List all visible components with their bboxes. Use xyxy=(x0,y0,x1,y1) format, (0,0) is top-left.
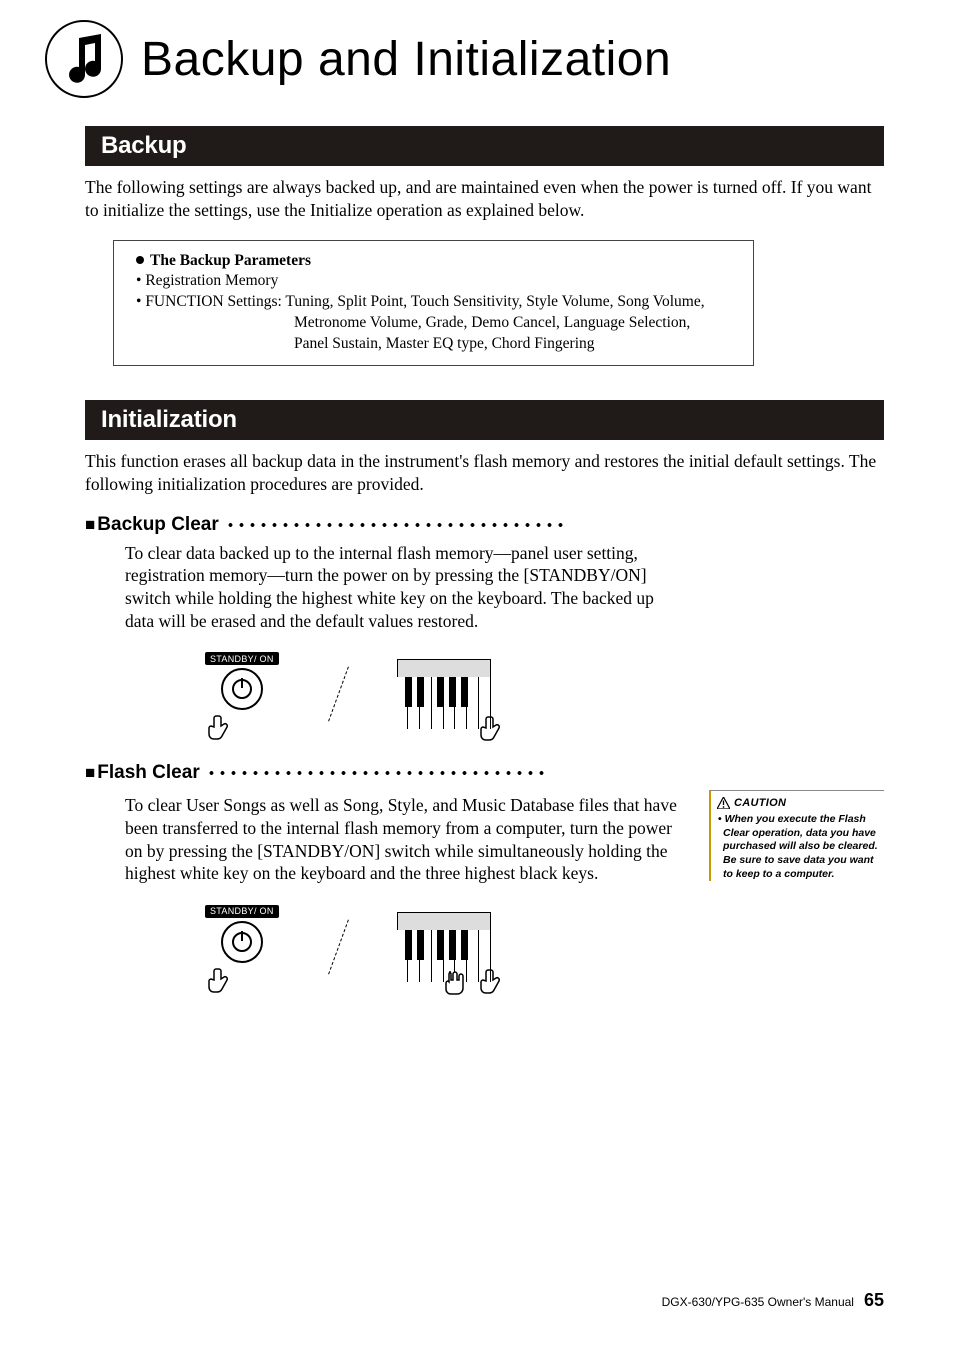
backup-parameters-box: The Backup Parameters • Registration Mem… xyxy=(113,240,754,367)
caution-title-text: CAUTION xyxy=(734,797,786,809)
param-hang: Metronome Volume, Grade, Demo Cancel, La… xyxy=(294,313,737,334)
standby-button-icon xyxy=(221,921,263,963)
keyboard-icon xyxy=(397,912,491,982)
hand-icon xyxy=(477,968,507,994)
separator-slash xyxy=(323,912,353,982)
hand-icon xyxy=(439,970,469,996)
footer: DGX-630/YPG-635 Owner's Manual 65 xyxy=(662,1290,884,1311)
init-intro: This function erases all backup data in … xyxy=(85,450,884,496)
param-hang: Panel Sustain, Master EQ type, Chord Fin… xyxy=(294,334,737,355)
hand-icon xyxy=(205,967,235,993)
music-note-icon xyxy=(45,20,123,98)
backup-clear-text: To clear data backed up to the internal … xyxy=(125,542,654,633)
subheading-backup-clear: ■Backup Clear xyxy=(85,514,884,536)
footer-manual: DGX-630/YPG-635 Owner's Manual xyxy=(662,1295,854,1309)
hand-icon xyxy=(477,715,507,741)
param-bullet: • FUNCTION Settings: Tuning, Split Point… xyxy=(136,292,737,313)
footer-page-number: 65 xyxy=(864,1290,884,1311)
standby-button-icon xyxy=(221,668,263,710)
caution-box: CAUTION When you execute the Flash Clear… xyxy=(709,790,884,881)
separator-slash xyxy=(323,659,353,729)
dot-leader xyxy=(225,519,565,531)
standby-label: STANDBY/ ON xyxy=(205,905,279,918)
illustration-backup-clear: STANDBY/ ON xyxy=(205,649,884,741)
section-bar-initialization: Initialization xyxy=(85,400,884,440)
standby-label: STANDBY/ ON xyxy=(205,652,279,665)
hand-icon xyxy=(205,714,235,740)
section-bar-backup: Backup xyxy=(85,126,884,166)
caution-body: When you execute the Flash Clear operati… xyxy=(717,813,884,881)
keyboard-icon xyxy=(397,659,491,729)
illustration-flash-clear: STANDBY/ ON xyxy=(205,901,691,993)
param-title: The Backup Parameters xyxy=(150,252,311,269)
flash-clear-text: To clear User Songs as well as Song, Sty… xyxy=(125,794,691,885)
param-bullet: • Registration Memory xyxy=(136,271,737,292)
dot-leader xyxy=(206,767,546,779)
backup-intro: The following settings are always backed… xyxy=(85,176,884,222)
page-title: Backup and Initialization xyxy=(141,32,671,87)
caution-triangle-icon xyxy=(717,797,730,809)
subheading-flash-clear: ■Flash Clear xyxy=(85,762,884,784)
